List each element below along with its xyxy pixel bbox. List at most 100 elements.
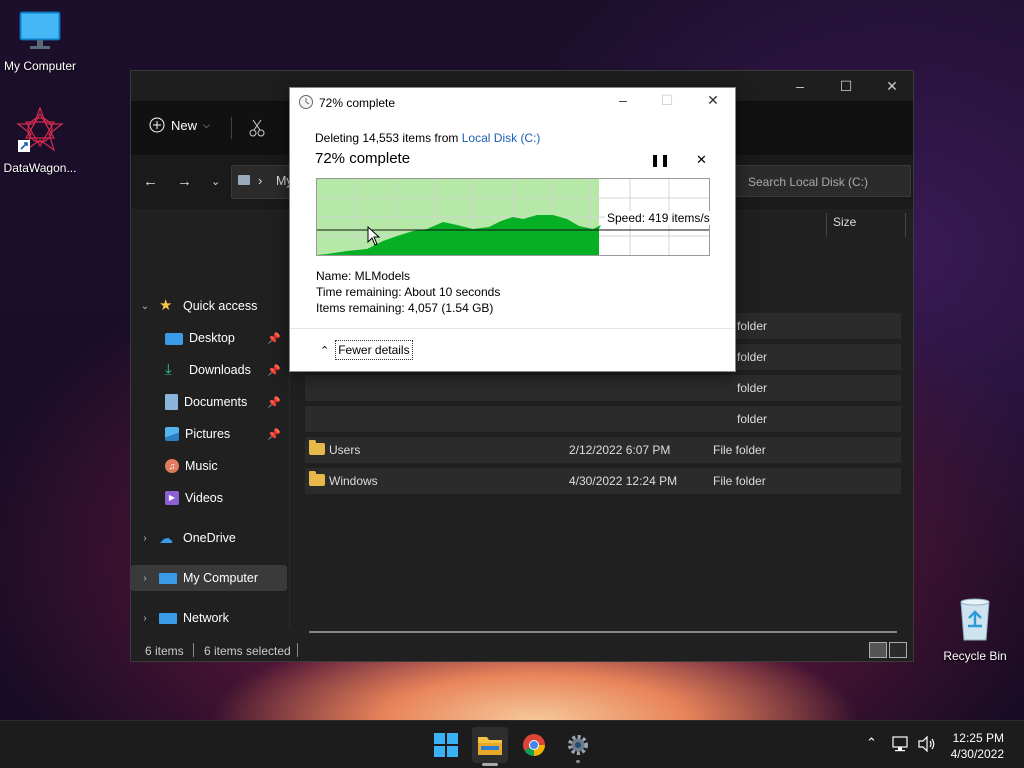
fewer-details-label: Fewer details [335, 340, 413, 360]
volume-icon[interactable] [918, 736, 936, 752]
table-row[interactable]: Windows 4/30/2022 12:24 PM File folder [305, 468, 901, 494]
dialog-titlebar[interactable]: 72% complete – ☐ ✕ [290, 88, 735, 116]
nav-network[interactable]: › Network [131, 605, 287, 631]
star-icon: ★ [159, 297, 173, 314]
nav-item-label: Network [183, 611, 229, 625]
horizontal-scrollbar[interactable] [309, 631, 897, 633]
recent-chevron-icon[interactable]: ⌄ [211, 175, 220, 188]
chevron-right-icon[interactable]: › [131, 613, 159, 624]
status-divider [297, 643, 298, 657]
desktop-icon-my-computer[interactable]: My Computer [0, 10, 80, 73]
table-row[interactable]: folder [305, 406, 901, 432]
taskbar-settings[interactable] [560, 727, 596, 763]
file-type: folder [737, 412, 768, 426]
pin-icon: 📌 [267, 396, 281, 409]
start-button[interactable] [428, 727, 464, 763]
drive-icon [238, 175, 250, 185]
column-header-size[interactable]: Size [833, 215, 856, 239]
dialog-separator [290, 328, 735, 329]
cloud-icon: ☁ [159, 530, 173, 546]
desktop-icon-datawagon[interactable]: DataWagon... [0, 106, 80, 175]
maximize-button: ☐ [660, 92, 674, 108]
table-row[interactable]: folder [305, 375, 901, 401]
selected-count: 6 items selected [204, 644, 291, 658]
source-link[interactable]: Local Disk (C:) [462, 131, 541, 145]
nav-item-desktop[interactable]: Desktop 📌 [131, 325, 287, 351]
nav-item-label: Music [185, 459, 218, 473]
cut-icon[interactable] [249, 119, 265, 137]
nav-item-downloads[interactable]: ⤓ Downloads 📌 [131, 357, 287, 383]
file-type: File folder [713, 443, 766, 457]
desktop-icon-label: My Computer [3, 59, 77, 73]
taskbar-chrome[interactable] [516, 727, 552, 763]
file-date: 2/12/2022 6:07 PM [569, 443, 671, 457]
pin-icon: 📌 [267, 364, 281, 377]
music-icon: ♫ [165, 459, 179, 473]
nav-item-documents[interactable]: Documents 📌 [131, 389, 287, 415]
nav-item-label: Videos [185, 491, 223, 505]
cancel-button[interactable]: ✕ [696, 152, 707, 168]
chevron-right-icon[interactable]: › [131, 573, 159, 584]
table-row[interactable]: Users 2/12/2022 6:07 PM File folder [305, 437, 901, 463]
taskbar-file-explorer[interactable] [472, 727, 508, 766]
chevron-down-icon: ⌵ [203, 119, 210, 130]
item-count: 6 items [145, 644, 184, 658]
nav-item-label: Pictures [185, 427, 231, 441]
nav-my-computer[interactable]: › My Computer [131, 565, 287, 591]
file-type: File folder [713, 474, 766, 488]
fewer-details-toggle[interactable]: ⌃ Fewer details [320, 340, 413, 360]
back-icon[interactable]: ← [143, 173, 158, 190]
details-view-icon[interactable] [869, 642, 887, 658]
items-remaining: Items remaining: 4,057 (1.54 GB) [316, 301, 494, 315]
nav-item-videos[interactable]: ▶ Videos [131, 485, 287, 511]
network-icon[interactable] [892, 736, 910, 752]
time-remaining: Time remaining: About 10 seconds [316, 285, 501, 299]
file-name: Windows [329, 474, 378, 488]
nav-item-label: Downloads [189, 363, 251, 377]
system-clock[interactable]: 12:25 PM 4/30/2022 [951, 730, 1004, 762]
pin-icon: 📌 [267, 428, 281, 441]
maximize-button[interactable]: ☐ [823, 71, 869, 101]
file-name: Users [329, 443, 361, 457]
nav-item-pictures[interactable]: Pictures 📌 [131, 421, 287, 447]
pause-button[interactable]: ❚❚ [650, 153, 670, 167]
file-type: folder [737, 381, 768, 395]
desktop-icon-recycle-bin[interactable]: Recycle Bin [935, 596, 1015, 663]
nav-onedrive[interactable]: › ☁ OneDrive [131, 525, 287, 551]
pictures-icon [165, 427, 179, 441]
tray-overflow-chevron-icon[interactable]: ⌃ [866, 735, 877, 751]
close-button[interactable]: ✕ [869, 71, 915, 101]
active-indicator [482, 763, 498, 766]
status-bar: 6 items 6 items selected [131, 641, 913, 661]
nav-item-music[interactable]: ♫ Music [131, 453, 287, 479]
toolbar-divider [231, 117, 232, 139]
windows-logo-icon [434, 733, 458, 757]
navigation-pane: ⌄ ★ Quick access Desktop 📌 ⤓ Downloads 📌… [131, 209, 290, 629]
chevron-down-icon[interactable]: ⌄ [131, 301, 159, 312]
folder-icon [309, 440, 325, 455]
speed-label: Speed: 419 items/s [605, 211, 712, 225]
clock-date: 4/30/2022 [950, 747, 1004, 761]
desktop-icon [165, 333, 183, 345]
downloads-icon: ⤓ [165, 361, 172, 378]
address-bar[interactable]: › My [231, 165, 293, 199]
folder-icon [309, 471, 325, 486]
forward-icon[interactable]: → [177, 173, 192, 190]
minimize-button[interactable]: – [608, 92, 638, 112]
deleting-summary: Deleting 14,553 items from Local Disk (C… [315, 131, 540, 145]
progress-heading: 72% complete [315, 150, 411, 167]
chevron-right-icon[interactable]: › [131, 533, 159, 544]
close-button[interactable]: ✕ [698, 92, 728, 112]
network-icon [159, 613, 177, 624]
file-date: 4/30/2022 12:24 PM [569, 474, 678, 488]
tiles-view-icon[interactable] [889, 642, 907, 658]
recycle-bin-icon [960, 598, 990, 641]
nav-quick-access[interactable]: ⌄ ★ Quick access [131, 293, 287, 319]
nav-item-label: My Computer [183, 571, 259, 585]
search-input[interactable]: Search Local Disk (C:) [735, 165, 911, 197]
delete-progress-dialog: 72% complete – ☐ ✕ Deleting 14,553 items… [289, 87, 736, 372]
new-button[interactable]: New ⌵ [149, 117, 210, 133]
minimize-button[interactable]: – [777, 71, 823, 101]
gear-icon [568, 735, 588, 755]
videos-icon: ▶ [165, 491, 179, 505]
